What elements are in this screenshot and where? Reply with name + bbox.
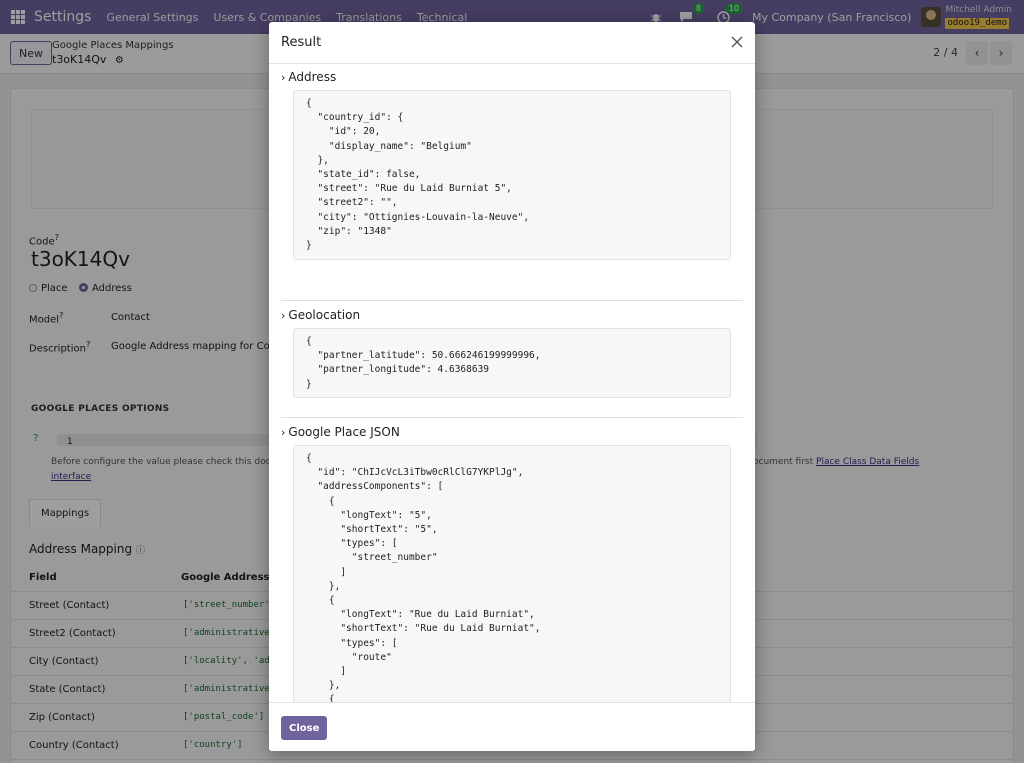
address-json: { "country_id": { "id": 20, "display_nam… <box>293 90 731 260</box>
address-section-toggle[interactable]: › Address <box>281 70 743 84</box>
google-place-json-section: › Google Place JSON { "id": "ChIJcVcL3iTb… <box>281 425 743 702</box>
dialog-header: Result <box>269 22 755 64</box>
dialog-title: Result <box>281 35 322 50</box>
google-place-json: { "id": "ChIJcVcL3iTbw0cRlClG7YKPlJg", "… <box>293 445 731 702</box>
section-divider <box>281 300 743 301</box>
section-divider <box>281 417 743 418</box>
geolocation-section-toggle[interactable]: › Geolocation <box>281 308 743 322</box>
geolocation-section: › Geolocation { "partner_latitude": 50.66… <box>281 308 743 398</box>
close-icon[interactable] <box>729 34 745 50</box>
dialog-body[interactable]: › Address { "country_id": { "id": 20, "di… <box>269 64 755 702</box>
chevron-right-icon: › <box>281 426 286 439</box>
dialog-footer: Close <box>269 702 755 751</box>
chevron-right-icon: › <box>281 71 286 84</box>
geolocation-json: { "partner_latitude": 50.666246199999996… <box>293 328 731 398</box>
google-place-json-toggle[interactable]: › Google Place JSON <box>281 425 743 439</box>
address-section: › Address { "country_id": { "id": 20, "di… <box>281 70 743 260</box>
chevron-right-icon: › <box>281 309 286 322</box>
result-dialog: Result › Address { "country_id": { "id": … <box>269 22 755 751</box>
close-button[interactable]: Close <box>281 716 328 740</box>
